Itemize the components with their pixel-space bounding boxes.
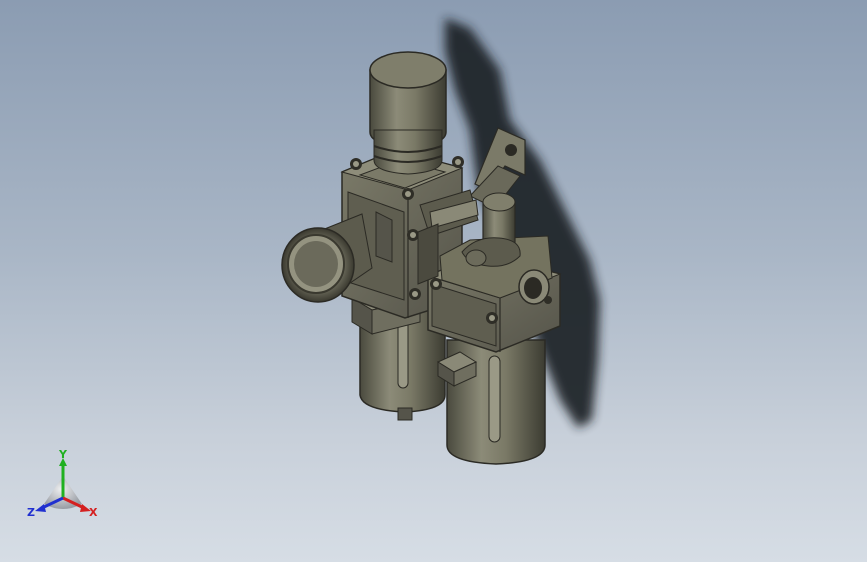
orientation-triad[interactable]: Y X Z [26, 448, 106, 520]
y-axis-label: Y [58, 448, 68, 461]
graphics-viewport[interactable]: Y X Z [0, 0, 867, 562]
model-scene[interactable] [0, 0, 867, 562]
connector-spacer[interactable] [417, 223, 439, 285]
x-axis-label: X [89, 506, 98, 519]
z-axis-label: Z [27, 506, 35, 519]
